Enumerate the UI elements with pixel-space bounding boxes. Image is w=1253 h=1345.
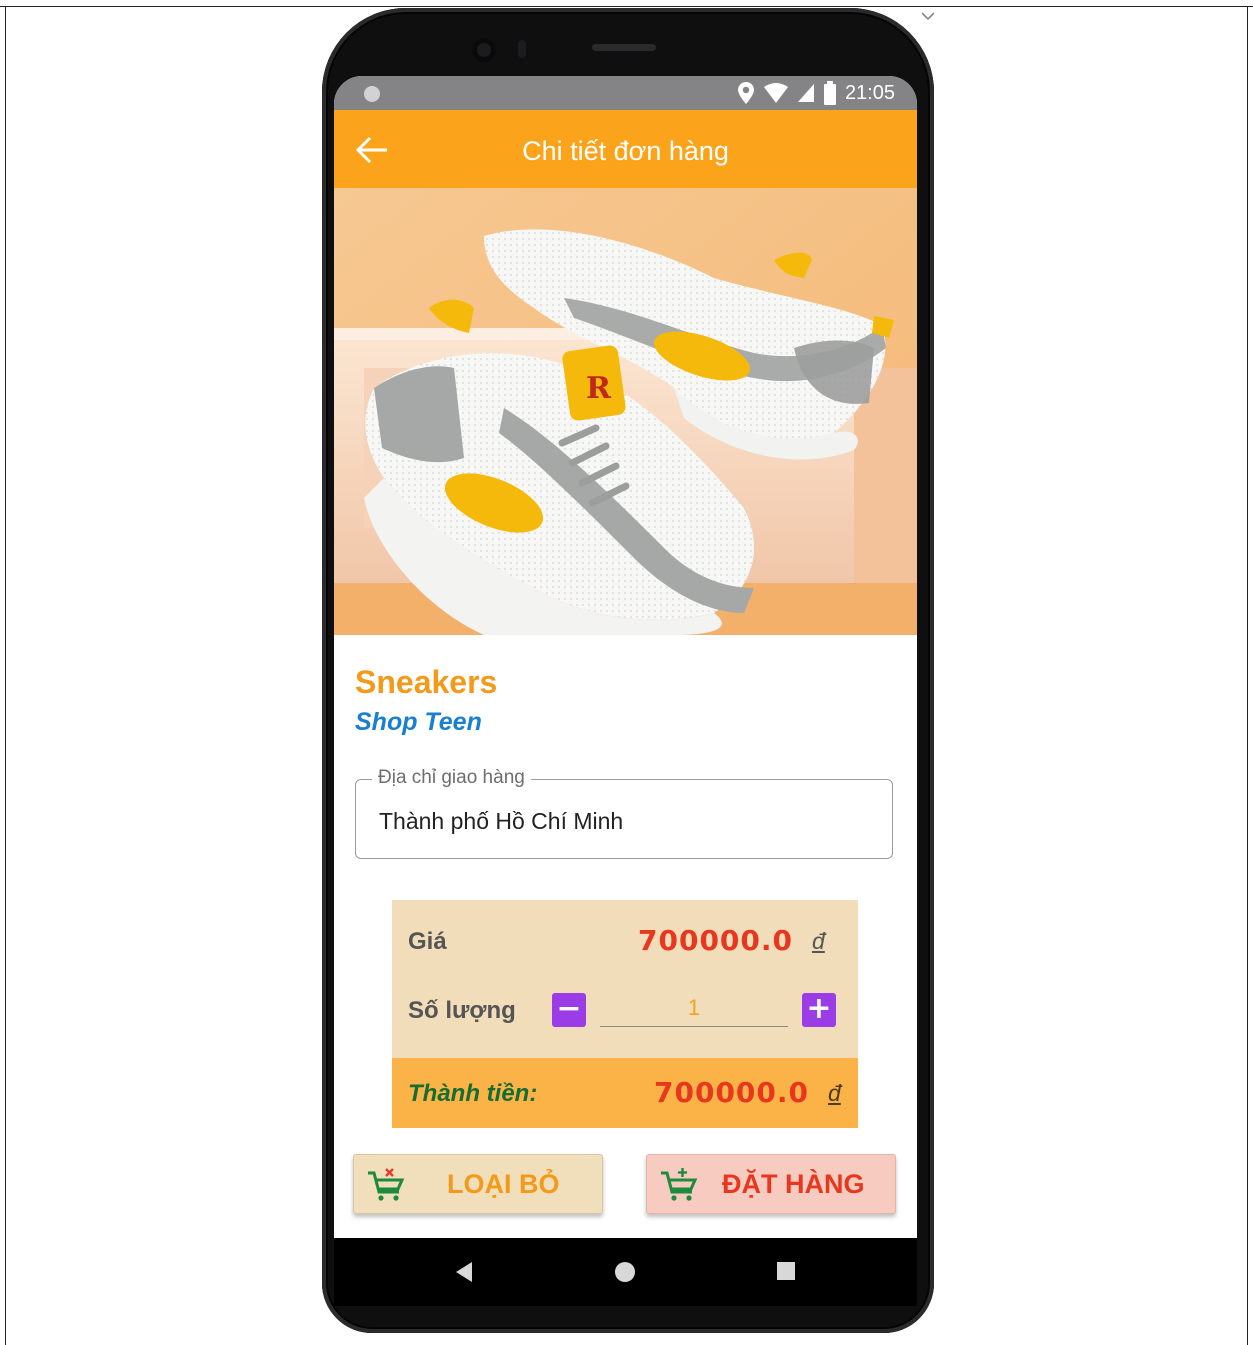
price-panel: Giá 700000.0 đ Số lượng − 1 + bbox=[392, 900, 858, 1058]
location-icon bbox=[737, 82, 754, 104]
frame-top-line bbox=[0, 6, 1253, 7]
page-title: Chi tiết đơn hàng bbox=[522, 136, 729, 166]
cart-add-icon bbox=[661, 1168, 698, 1201]
status-time: 21:05 bbox=[844, 81, 895, 104]
product-image: R bbox=[334, 188, 917, 635]
quantity-label: Số lượng bbox=[408, 997, 516, 1024]
remove-button-label: LOẠI BỎ bbox=[447, 1169, 560, 1199]
system-nav-bar bbox=[334, 1238, 917, 1306]
svg-text:R: R bbox=[586, 371, 612, 406]
frame-right-line bbox=[1247, 6, 1248, 1345]
signal-icon bbox=[797, 84, 814, 102]
nav-back-icon[interactable] bbox=[454, 1260, 474, 1284]
app-bar: Chi tiết đơn hàng bbox=[334, 110, 917, 188]
product-name: Sneakers bbox=[355, 664, 498, 700]
wifi-icon bbox=[763, 83, 788, 103]
status-bar: 21:05 bbox=[334, 76, 917, 110]
notification-dot bbox=[364, 86, 380, 102]
total-currency: đ bbox=[828, 1080, 841, 1106]
phone-screen: 21:05 Chi tiết đơn hàng R Sneakers Shop … bbox=[334, 76, 917, 1238]
frame-left-line bbox=[5, 6, 6, 1345]
quantity-stepper[interactable]: 1 bbox=[600, 990, 788, 1027]
earpiece-speaker bbox=[592, 44, 656, 51]
remove-button[interactable]: LOẠI BỎ bbox=[353, 1154, 603, 1214]
chevron-down-icon bbox=[921, 12, 935, 21]
nav-recents-icon[interactable] bbox=[776, 1260, 796, 1282]
battery-icon bbox=[823, 81, 836, 105]
shop-name: Shop Teen bbox=[355, 708, 482, 736]
price-value: 700000.0 bbox=[638, 924, 794, 957]
order-button[interactable]: ĐẶT HÀNG bbox=[646, 1154, 896, 1214]
order-button-label: ĐẶT HÀNG bbox=[722, 1169, 865, 1199]
address-label: Địa chỉ giao hàng bbox=[372, 767, 531, 789]
price-label: Giá bbox=[408, 928, 447, 955]
total-value: 700000.0 bbox=[654, 1076, 810, 1109]
address-input-value[interactable]: Thành phố Hồ Chí Minh bbox=[379, 808, 623, 835]
nav-home-icon[interactable] bbox=[613, 1260, 637, 1284]
price-currency: đ bbox=[812, 928, 825, 954]
front-camera bbox=[472, 38, 496, 62]
cart-remove-icon bbox=[368, 1168, 405, 1201]
total-row: Thành tiền: 700000.0 đ bbox=[392, 1058, 858, 1128]
address-field[interactable]: Địa chỉ giao hàng Thành phố Hồ Chí Minh bbox=[355, 767, 893, 859]
total-label: Thành tiền: bbox=[408, 1080, 538, 1107]
increment-button[interactable]: + bbox=[802, 993, 836, 1027]
decrement-button[interactable]: − bbox=[552, 993, 586, 1027]
proximity-sensor bbox=[518, 40, 526, 58]
status-icons: 21:05 bbox=[737, 80, 895, 106]
